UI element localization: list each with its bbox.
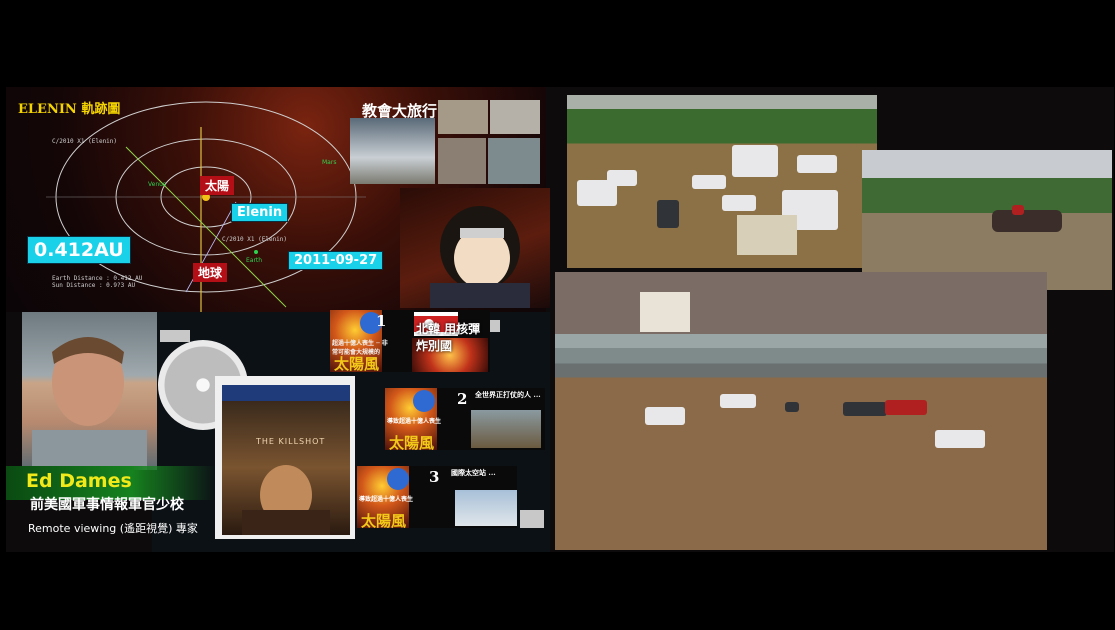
news-number: 1 [376, 312, 387, 330]
news-item-1: 1 超過十億人喪生 ─ 非常可能會大規模的 太陽風 北韓 用核彈炸別國 [330, 310, 490, 373]
object-label-2: C/2010 X1 (Elenin) [222, 236, 288, 243]
sun-wind-label: 太陽風 [334, 355, 380, 373]
elenin-tag: Elenin [231, 203, 289, 222]
fragment [520, 510, 544, 528]
group-photo-4 [488, 138, 540, 184]
dvd-title: THE KILLSHOT [256, 437, 326, 446]
sun-wind-label: 太陽風 [389, 434, 435, 452]
news-item-3: 3 導致超過十億人喪生 太陽風 國際太空站 ... [357, 466, 517, 530]
ed-subtitle: 前美國軍事情報軍官少校 [30, 497, 184, 513]
shuttle-image [455, 490, 517, 526]
group-photo-1 [438, 100, 488, 134]
news-number: 3 [429, 468, 440, 486]
news-headline: 國際太空站 ... [451, 468, 496, 477]
object-label: C/2010 X1 (Elenin) [52, 138, 118, 145]
tour-title: 教會大旅行 [362, 102, 438, 120]
cartoon-illustration [400, 188, 550, 308]
flood-photo-street [555, 272, 1047, 550]
flood-photo-boat [862, 150, 1112, 290]
news-small: 導致超過十億人喪生 [387, 418, 442, 425]
sun-wind-label: 太陽風 [361, 512, 407, 530]
sun-distance: Sun Distance : 0.9?3 AU [52, 282, 136, 289]
earth-distance: Earth Distance : 0.412 AU [52, 275, 143, 282]
news-item-2: 2 導致超過十億人喪生 太陽風 全世界正打仗的人 ... [385, 388, 545, 452]
earth-small-label: Earth [246, 257, 263, 264]
fragment [160, 330, 190, 342]
dvd-case [222, 385, 350, 535]
ed-name: Ed Dames [26, 470, 132, 492]
date-tag: 2011-09-27 [288, 251, 384, 270]
flood-photo-cars [567, 95, 877, 268]
ed-role: Remote viewing (遙距視覺) 專家 [28, 522, 198, 535]
elenin-title: ELENIN 軌跡圖 [18, 102, 121, 117]
news-number: 2 [457, 390, 468, 408]
group-photo-2 [490, 100, 540, 134]
war-image [471, 410, 541, 448]
ed-dames-photo [22, 312, 157, 470]
news-headline: 全世界正打仗的人 ... [475, 390, 541, 399]
earth-icon [387, 468, 409, 490]
distance-tag: 0.412AU [27, 236, 131, 264]
news-small: 導致超過十億人喪生 [359, 496, 414, 503]
mars-label: Mars [322, 159, 337, 166]
train-photo [350, 118, 435, 184]
group-photo-3 [438, 138, 486, 184]
earth-icon [413, 390, 435, 412]
news-headline: 北韓 用核彈炸別國 [416, 322, 481, 353]
earth-tag: 地球 [193, 263, 228, 282]
sun-tag: 太陽 [200, 176, 235, 195]
venus-label: Venus [148, 181, 167, 188]
